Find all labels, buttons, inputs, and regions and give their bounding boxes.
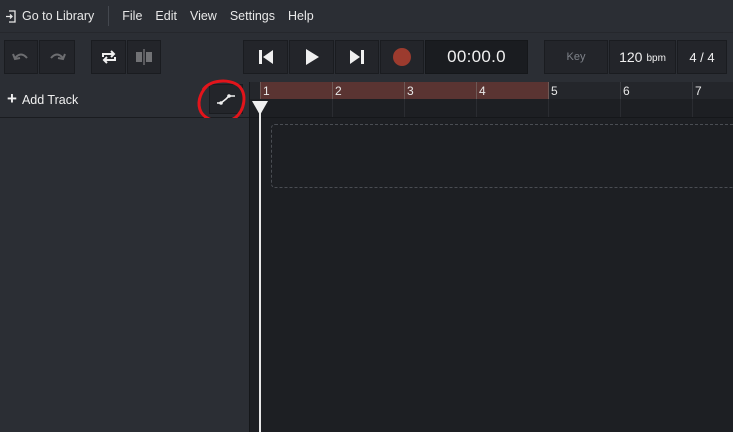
- skip-to-end-button[interactable]: [335, 40, 379, 74]
- bar-number: 3: [407, 83, 414, 98]
- ruler-subdivision-row: [250, 99, 733, 118]
- grid-line: [332, 99, 333, 117]
- automation-button[interactable]: [209, 84, 243, 114]
- grid-line: [692, 99, 693, 117]
- split-icon: [136, 49, 152, 65]
- loop-button[interactable]: [91, 40, 126, 74]
- grid-line: [548, 99, 549, 117]
- undo-button[interactable]: [4, 40, 38, 74]
- time-signature-field[interactable]: 4 / 4: [677, 40, 727, 74]
- add-track-button[interactable]: + Add Track: [7, 82, 78, 117]
- tempo-field[interactable]: 120 bpm: [609, 40, 676, 74]
- play-icon: [305, 49, 319, 65]
- toolbar: 00:00.0 Key 120 bpm 4 / 4: [0, 32, 733, 82]
- menu-settings[interactable]: Settings: [230, 9, 275, 23]
- menu-edit[interactable]: Edit: [155, 9, 177, 23]
- menu-bar: Go to Library File Edit View Settings He…: [0, 0, 733, 32]
- skip-back-icon: [258, 50, 273, 64]
- grid-line: [620, 99, 621, 117]
- go-to-library-label: Go to Library: [22, 9, 95, 23]
- playhead-line: [259, 112, 261, 432]
- record-button[interactable]: [380, 40, 424, 74]
- loop-icon: [101, 50, 116, 64]
- key-selector[interactable]: Key: [544, 40, 608, 74]
- menu-view[interactable]: View: [190, 9, 217, 23]
- menu-file[interactable]: File: [122, 9, 142, 23]
- undo-icon: [12, 53, 28, 61]
- play-button[interactable]: [289, 40, 334, 74]
- bpm-unit: bpm: [646, 53, 666, 64]
- grid-line: [404, 99, 405, 117]
- bar-number: 2: [335, 83, 342, 98]
- bar-number: 5: [551, 83, 558, 98]
- redo-icon: [50, 53, 66, 61]
- automation-curve-icon: [217, 94, 235, 105]
- bar-number: 7: [695, 83, 702, 98]
- grid-line: [476, 99, 477, 117]
- bar-number: 4: [479, 83, 486, 98]
- go-to-library-button[interactable]: Go to Library: [0, 0, 108, 32]
- bar-number: 6: [623, 83, 630, 98]
- playhead-handle-icon[interactable]: [251, 100, 269, 116]
- track-list: [0, 118, 250, 432]
- split-button[interactable]: [127, 40, 161, 74]
- skip-forward-icon: [350, 50, 364, 64]
- menu-separator: [108, 6, 110, 26]
- redo-button[interactable]: [39, 40, 75, 74]
- library-exit-icon: [6, 9, 16, 23]
- record-icon: [393, 48, 411, 66]
- time-display: 00:00.0: [425, 40, 528, 74]
- track-drop-zone[interactable]: [271, 124, 733, 188]
- skip-to-start-button[interactable]: [243, 40, 288, 74]
- menu-help[interactable]: Help: [288, 9, 314, 23]
- plus-icon: +: [7, 88, 17, 108]
- bpm-value: 120: [619, 49, 643, 65]
- add-track-label: Add Track: [21, 92, 79, 107]
- bar-number: 1: [263, 83, 270, 98]
